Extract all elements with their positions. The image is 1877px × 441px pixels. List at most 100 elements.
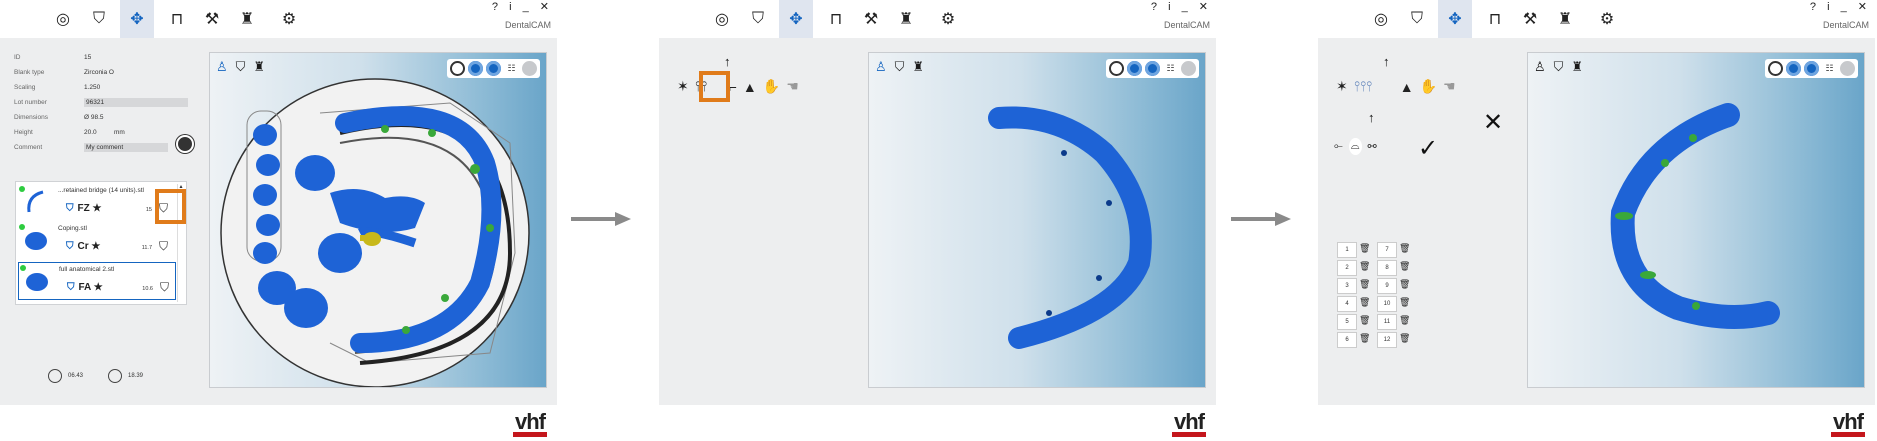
trash-icon[interactable]: 🗑 (1359, 315, 1370, 326)
arrow-up-icon: ↑ (724, 54, 731, 69)
slot-number[interactable]: 6 (1337, 332, 1357, 348)
settings-icon[interactable]: ⚙ (935, 6, 961, 32)
settings-icon[interactable]: ⚙ (1594, 6, 1620, 32)
prop-label: Height (14, 129, 33, 136)
glove-icon[interactable]: ☚ (786, 78, 799, 95)
tools-icon[interactable]: ⚒ (199, 6, 225, 32)
bar-holder-icon[interactable]: ⌓ (1348, 138, 1362, 155)
bridge-thumbnail (27, 190, 44, 213)
slot-number[interactable]: 10 (1377, 296, 1397, 312)
arrow-right-icon (1231, 212, 1291, 226)
slot-number[interactable]: 12 (1377, 332, 1397, 348)
slot-number[interactable]: 8 (1377, 260, 1397, 276)
nesting-icon[interactable]: ✥ (1438, 0, 1472, 38)
3d-viewport[interactable]: ♙ ⛉ ♜ ☷ (868, 52, 1206, 388)
link-holder-icon[interactable]: ⚯ (1368, 140, 1377, 153)
maintenance-icon[interactable]: ♜ (1552, 6, 1578, 32)
blanks-icon[interactable]: ◎ (709, 6, 735, 32)
holder-slots: 1 🗑 7 🗑 2 🗑 8 🗑 3 🗑 9 🗑 4 🗑 10 🗑 5 🗑 11 … (1337, 242, 1417, 352)
glove-icon[interactable]: ☚ (1443, 78, 1456, 95)
material-code: Cr (77, 241, 89, 252)
slot-number[interactable]: 11 (1377, 314, 1397, 330)
confirm-check-icon[interactable]: ✓ (1418, 134, 1438, 163)
blanks-icon[interactable]: ◎ (50, 6, 76, 32)
top-toolbar: ◎ ⛉ ✥ ⊓ ⚒ ♜ ⚙ ? i _ ✕ DentalCAM (0, 0, 557, 38)
trash-icon[interactable]: 🗑 (1359, 297, 1370, 308)
hand-icon[interactable]: ✋ (1420, 78, 1437, 95)
slot-number[interactable]: 1 (1337, 242, 1357, 258)
tools-icon[interactable]: ⚒ (858, 6, 884, 32)
trash-icon[interactable]: 🗑 (1399, 243, 1410, 254)
prop-value: Zirconia O (84, 69, 114, 76)
comment-field[interactable]: My comment (84, 143, 168, 152)
pin-tool-icon[interactable]: ✶ (677, 78, 689, 95)
slot-number[interactable]: 9 (1377, 278, 1397, 294)
arrow-up-icon: ↑ (1383, 54, 1390, 69)
slot-number[interactable]: 5 (1337, 314, 1357, 330)
pin-tool-icon[interactable]: ✶ (1336, 78, 1348, 95)
coping-thumbnail (25, 232, 47, 250)
material-label: ⛉ FA ★ (67, 282, 103, 293)
trash-icon[interactable]: 🗑 (1399, 333, 1410, 344)
trash-icon[interactable]: 🗑 (1399, 279, 1410, 290)
settings-icon[interactable]: ⚙ (276, 6, 302, 32)
nesting-viewport[interactable]: ♙ ⛉ ♜ ☷ (209, 52, 547, 388)
3d-viewport[interactable]: ♙ ⛉ ♜ ☷ (1527, 52, 1865, 388)
machine-icon[interactable]: ⊓ (1482, 6, 1508, 32)
window-controls[interactable]: ? i _ ✕ (1151, 0, 1212, 13)
nesting-icon[interactable]: ✥ (779, 0, 813, 38)
slot-number[interactable]: 7 (1377, 242, 1397, 258)
machine-icon[interactable]: ⊓ (823, 6, 849, 32)
nesting-icon[interactable]: ✥ (120, 0, 154, 38)
jobs-icon[interactable]: ⛉ (745, 6, 771, 32)
line-holder-icon[interactable]: ⟜ (1334, 140, 1343, 153)
window-controls[interactable]: ? i _ ✕ (492, 0, 553, 13)
panel-holders: ◎ ⛉ ✥ ⊓ ⚒ ♜ ⚙ ? i _ ✕ DentalCAM ↑ ✶ ⫯⫯ ⌐… (659, 0, 1216, 441)
trash-icon[interactable]: 🗑 (1359, 243, 1370, 254)
trash-icon[interactable]: 🗑 (1399, 315, 1410, 326)
trash-icon[interactable]: 🗑 (1359, 279, 1370, 290)
hand-icon[interactable]: ✋ (763, 78, 780, 95)
slot-number[interactable]: 3 (1337, 278, 1357, 294)
tooth-settings-icon[interactable]: ⛉ (160, 280, 169, 295)
jobs-icon[interactable]: ⛉ (86, 6, 112, 32)
blanks-icon[interactable]: ◎ (1368, 6, 1394, 32)
blank-swap-icon[interactable] (176, 135, 194, 153)
bell-icon[interactable]: ▲ (743, 79, 757, 95)
list-item[interactable]: ...retained bridge (14 units).stl ⛉ FZ ★ … (18, 184, 174, 220)
prop-label: ID (14, 54, 21, 61)
list-item[interactable]: full anatomical 2.stl ⛉ FA ★ 10.6 ⛉ (18, 262, 176, 300)
trash-icon[interactable]: 🗑 (1399, 261, 1410, 272)
jobs-icon[interactable]: ⛉ (1404, 6, 1430, 32)
tools-icon[interactable]: ⚒ (1517, 6, 1543, 32)
slot-number[interactable]: 4 (1337, 296, 1357, 312)
file-name: ...retained bridge (14 units).stl (58, 187, 144, 194)
footer: vhf (1318, 405, 1875, 441)
bell-icon[interactable]: ▲ (1400, 79, 1414, 95)
tool-row: ✶ ⫯⫯⫯ ▲ ✋ ☚ (1336, 78, 1456, 95)
mill-time-value: 18.39 (128, 373, 144, 379)
file-height: 11.7 (141, 245, 152, 251)
tooth-settings-icon[interactable]: ⛉ (159, 239, 168, 254)
material-label: ⛉ Cr ★ (66, 241, 101, 252)
mill-time: 18.39 (108, 369, 143, 383)
trash-icon[interactable]: 🗑 (1359, 261, 1370, 272)
trash-icon[interactable]: 🗑 (1399, 297, 1410, 308)
file-height: 15 (145, 207, 152, 213)
window-controls[interactable]: ? i _ ✕ (1810, 0, 1871, 13)
top-toolbar: ◎ ⛉ ✥ ⊓ ⚒ ♜ ⚙ ? i _ ✕ DentalCAM (659, 0, 1216, 38)
trash-icon[interactable]: 🗑 (1359, 333, 1370, 344)
prop-label: Scaling (14, 84, 36, 91)
vhf-logo: vhf (1831, 411, 1865, 437)
maintenance-icon[interactable]: ♜ (234, 6, 260, 32)
clock-icon (48, 369, 62, 383)
slot-number[interactable]: 2 (1337, 260, 1357, 276)
list-item[interactable]: Coping.stl ⛉ Cr ★ 11.7 ⛉ (18, 222, 174, 258)
machine-icon[interactable]: ⊓ (164, 6, 190, 32)
lot-number-field[interactable]: 96321 (84, 98, 188, 107)
close-icon[interactable]: ✕ (1483, 108, 1503, 137)
holder-tool-icon[interactable]: ⫯⫯⫯ (1354, 78, 1394, 95)
panel-holder-placement: ◎ ⛉ ✥ ⊓ ⚒ ♜ ⚙ ? i _ ✕ DentalCAM ↑ ✶ ⫯⫯⫯ … (1318, 0, 1875, 441)
app-title: DentalCAM (1822, 20, 1869, 30)
maintenance-icon[interactable]: ♜ (893, 6, 919, 32)
